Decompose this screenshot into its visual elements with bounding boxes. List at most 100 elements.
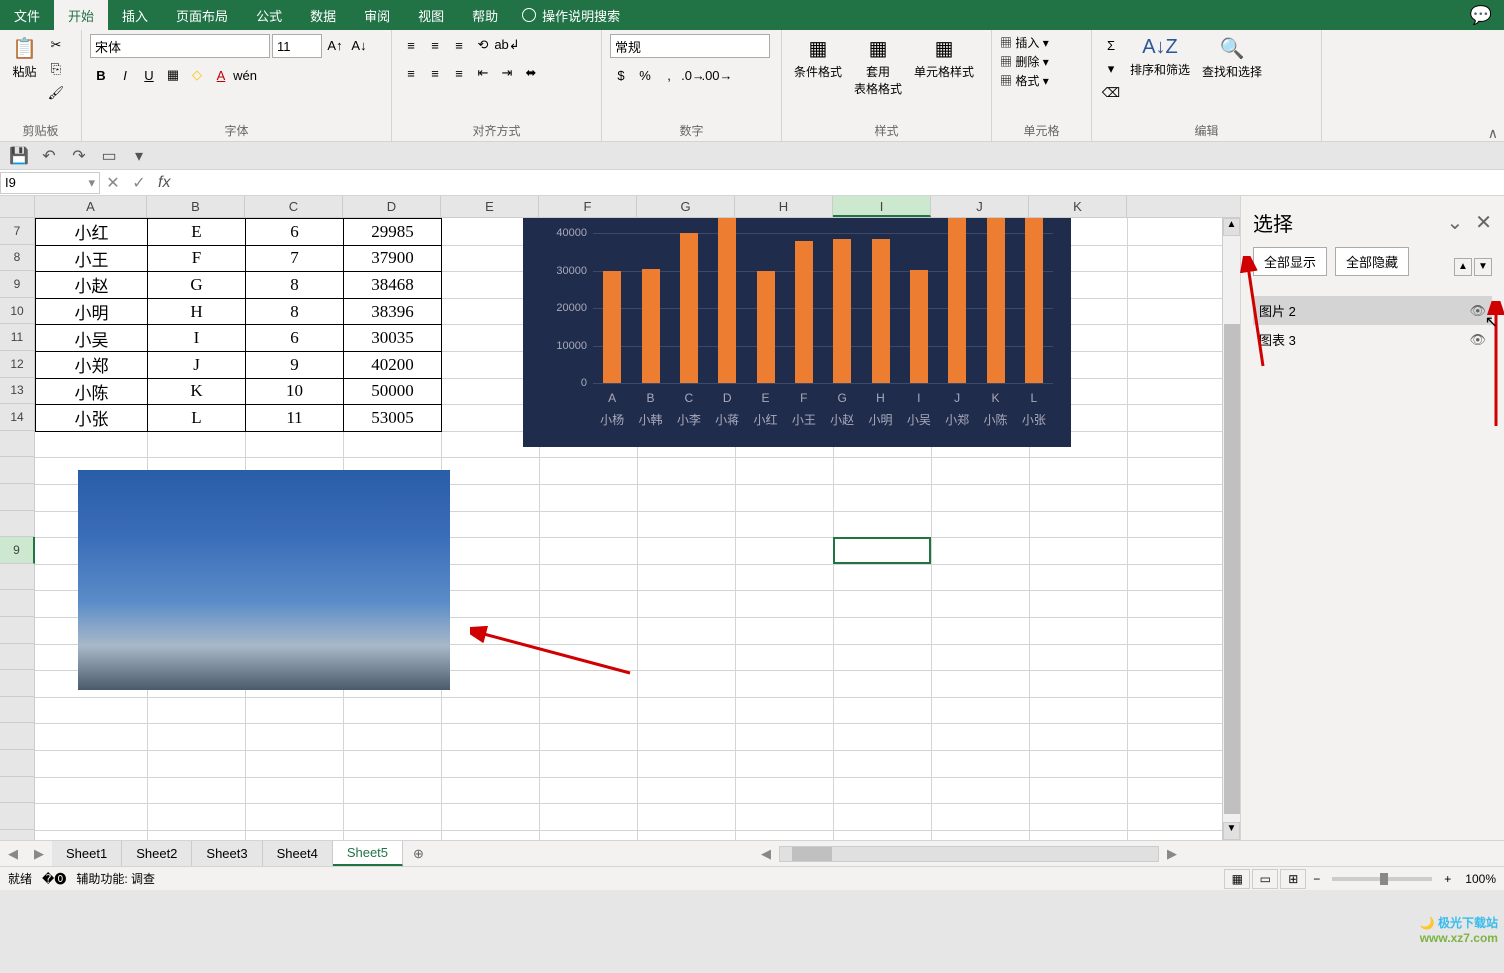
column-header[interactable]: G: [637, 196, 735, 217]
table-cell[interactable]: 8: [246, 298, 344, 325]
align-middle-button[interactable]: ≡: [424, 34, 446, 56]
table-cell[interactable]: 小王: [36, 245, 148, 272]
embedded-chart[interactable]: 010000200003000040000A小杨B小韩C小李D小蒋E小红F小王G…: [523, 218, 1071, 447]
column-header[interactable]: A: [35, 196, 147, 217]
font-color-button[interactable]: A: [210, 64, 232, 86]
align-center-button[interactable]: ≡: [424, 62, 446, 84]
row-header[interactable]: [0, 697, 35, 724]
formula-input[interactable]: [176, 172, 1504, 194]
row-header[interactable]: [0, 511, 35, 538]
increase-font-button[interactable]: A↑: [324, 34, 346, 56]
table-cell[interactable]: 6: [246, 325, 344, 352]
delete-cells-button[interactable]: ▦ 删除 ▾: [1000, 53, 1049, 70]
sheet-tab[interactable]: Sheet1: [52, 841, 122, 866]
decrease-indent-button[interactable]: ⇤: [472, 62, 494, 84]
table-cell[interactable]: 30035: [344, 325, 442, 352]
column-header[interactable]: I: [833, 196, 931, 217]
font-name-select[interactable]: [90, 34, 270, 58]
tab-nav-next[interactable]: ▶: [26, 846, 52, 862]
zoom-in-button[interactable]: +: [1438, 872, 1457, 886]
column-header[interactable]: K: [1029, 196, 1127, 217]
horizontal-scrollbar[interactable]: [779, 846, 1159, 862]
row-header[interactable]: [0, 777, 35, 804]
decrease-font-button[interactable]: A↓: [348, 34, 370, 56]
hscroll-left-button[interactable]: ◀: [753, 846, 779, 862]
paste-button[interactable]: 📋 粘贴: [8, 34, 41, 82]
menu-tab-插入[interactable]: 插入: [108, 0, 162, 30]
row-header[interactable]: [0, 670, 35, 697]
row-header[interactable]: [0, 617, 35, 644]
cancel-formula-button[interactable]: ✕: [100, 173, 126, 193]
menu-tab-页面布局[interactable]: 页面布局: [162, 0, 242, 30]
table-cell[interactable]: 小明: [36, 298, 148, 325]
border-button[interactable]: ▦: [162, 64, 184, 86]
table-cell[interactable]: 50000: [344, 378, 442, 405]
table-cell[interactable]: 8: [246, 272, 344, 299]
row-header[interactable]: 8: [0, 245, 35, 272]
hscroll-thumb[interactable]: [792, 847, 832, 861]
table-cell[interactable]: 40200: [344, 351, 442, 378]
find-select-button[interactable]: 🔍查找和选择: [1198, 34, 1266, 82]
hide-all-button[interactable]: 全部隐藏: [1335, 247, 1409, 276]
table-cell[interactable]: 38396: [344, 298, 442, 325]
scroll-down-button[interactable]: ▼: [1223, 822, 1240, 840]
table-cell[interactable]: 小陈: [36, 378, 148, 405]
zoom-out-button[interactable]: −: [1307, 872, 1326, 886]
name-box[interactable]: I9▾: [0, 172, 100, 194]
row-header[interactable]: [0, 723, 35, 750]
decrease-decimal-button[interactable]: .00→: [706, 64, 728, 86]
table-cell[interactable]: E: [148, 219, 246, 246]
autosum-button[interactable]: Σ: [1100, 34, 1122, 56]
row-header[interactable]: [0, 750, 35, 777]
send-backward-button[interactable]: ▼: [1474, 258, 1492, 276]
tab-nav-prev[interactable]: ◀: [0, 846, 26, 862]
row-header[interactable]: [0, 830, 35, 840]
row-header[interactable]: [0, 564, 35, 591]
fill-button[interactable]: ▾: [1100, 58, 1122, 80]
fx-icon[interactable]: fx: [152, 174, 176, 192]
row-header[interactable]: [0, 484, 35, 511]
menu-tab-公式[interactable]: 公式: [242, 0, 296, 30]
underline-button[interactable]: U: [138, 64, 160, 86]
add-sheet-button[interactable]: ⊕: [403, 846, 434, 862]
menu-tab-开始[interactable]: 开始: [54, 0, 108, 30]
row-header[interactable]: 14: [0, 404, 35, 431]
row-header[interactable]: [0, 590, 35, 617]
conditional-format-button[interactable]: ▦条件格式: [790, 34, 846, 82]
align-right-button[interactable]: ≡: [448, 62, 470, 84]
format-painter-button[interactable]: 🖌: [45, 82, 67, 104]
accounting-button[interactable]: $: [610, 64, 632, 86]
row-header[interactable]: [0, 644, 35, 671]
zoom-level-label[interactable]: 100%: [1465, 872, 1496, 886]
page-layout-view-button[interactable]: ▭: [1252, 869, 1278, 889]
table-cell[interactable]: L: [148, 405, 246, 432]
table-cell[interactable]: 小赵: [36, 272, 148, 299]
zoom-slider[interactable]: [1332, 877, 1432, 881]
comma-button[interactable]: ,: [658, 64, 680, 86]
page-break-view-button[interactable]: ⊞: [1280, 869, 1306, 889]
bold-button[interactable]: B: [90, 64, 112, 86]
table-cell[interactable]: 10: [246, 378, 344, 405]
clear-button[interactable]: ⌫: [1100, 82, 1122, 104]
table-cell[interactable]: H: [148, 298, 246, 325]
table-cell[interactable]: 小吴: [36, 325, 148, 352]
column-header[interactable]: B: [147, 196, 245, 217]
menu-tab-视图[interactable]: 视图: [404, 0, 458, 30]
tell-me-search[interactable]: 操作说明搜索: [522, 6, 620, 25]
scroll-up-button[interactable]: ▲: [1223, 218, 1240, 236]
column-header[interactable]: J: [931, 196, 1029, 217]
table-cell[interactable]: 38468: [344, 272, 442, 299]
selection-pane-item[interactable]: 图表 3👁: [1253, 325, 1492, 354]
table-cell[interactable]: I: [148, 325, 246, 352]
table-cell[interactable]: G: [148, 272, 246, 299]
undo-button[interactable]: ↶: [38, 145, 60, 167]
increase-indent-button[interactable]: ⇥: [496, 62, 518, 84]
row-header[interactable]: [0, 803, 35, 830]
row-header[interactable]: 13: [0, 378, 35, 405]
scroll-thumb[interactable]: [1224, 324, 1240, 814]
cut-button[interactable]: ✂: [45, 34, 67, 56]
table-cell[interactable]: 53005: [344, 405, 442, 432]
sort-filter-button[interactable]: A↓Z排序和筛选: [1126, 34, 1194, 80]
phonetic-button[interactable]: wén: [234, 64, 256, 86]
menu-tab-帮助[interactable]: 帮助: [458, 0, 512, 30]
